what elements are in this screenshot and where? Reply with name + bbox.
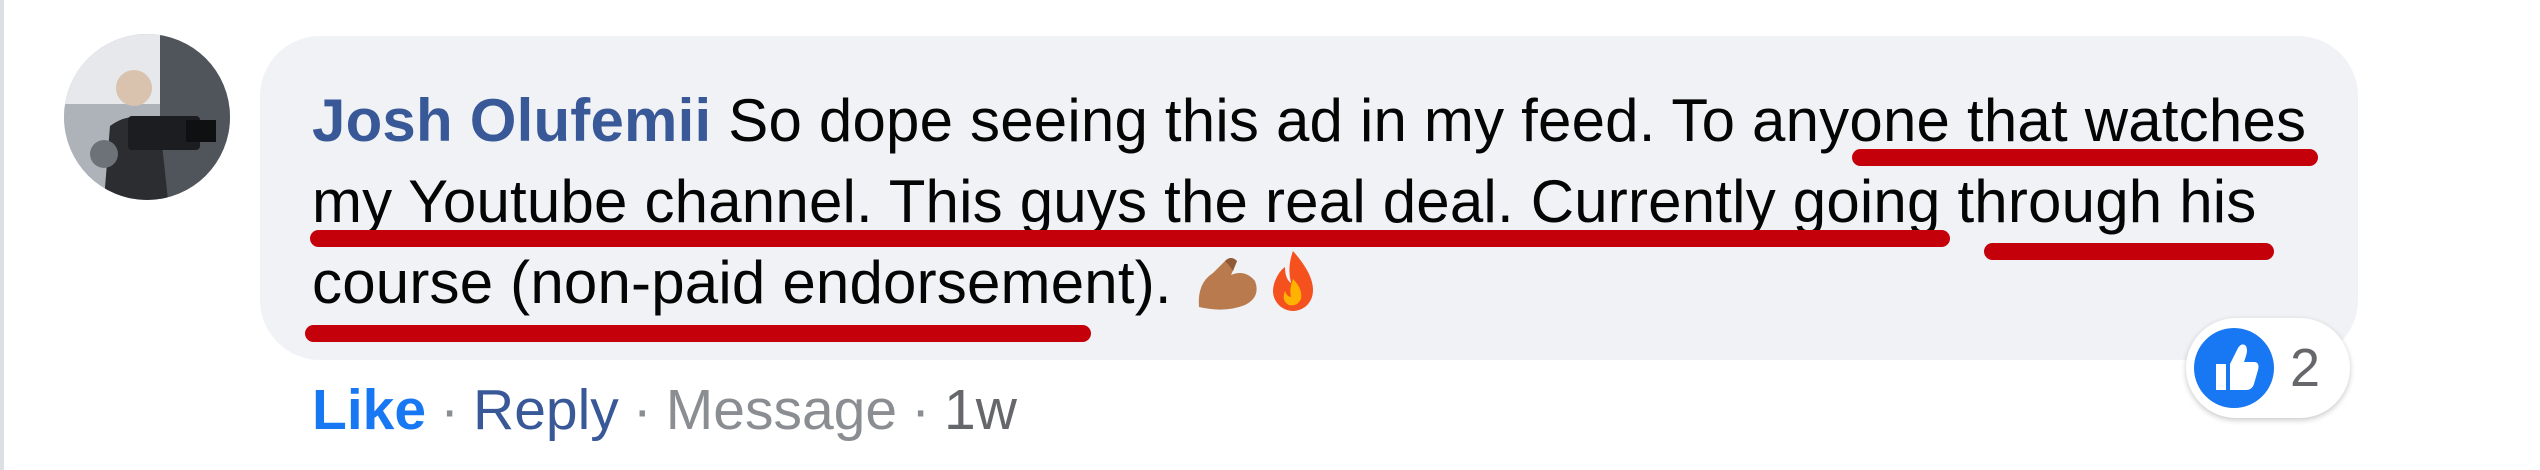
thumbs-up-icon [2194,328,2274,408]
fire-icon [1267,249,1319,333]
reaction-summary[interactable]: 2 [2186,318,2350,418]
comment-timestamp[interactable]: 1w [944,378,1017,442]
annotation-underline-1 [1852,149,2318,166]
annotation-underline-2 [310,230,1950,247]
reply-button[interactable]: Reply [473,378,619,442]
comment-actions: Like · Reply · Message · 1w [312,370,1017,450]
avatar-photo [64,34,230,200]
like-button[interactable]: Like [312,378,426,442]
message-button[interactable]: Message [666,378,897,442]
comment-body: Josh Olufemii So dope seeing this ad in … [312,80,2352,333]
action-separator: · [911,378,931,442]
annotation-underline-4 [305,325,1091,342]
annotation-underline-3 [1984,243,2274,260]
avatar[interactable] [64,34,230,200]
reaction-count: 2 [2290,338,2321,398]
action-separator: · [632,378,652,442]
left-edge-divider [0,0,4,470]
action-separator: · [440,378,460,442]
flexed-biceps-icon [1195,252,1261,333]
comment-author[interactable]: Josh Olufemii [312,87,711,154]
